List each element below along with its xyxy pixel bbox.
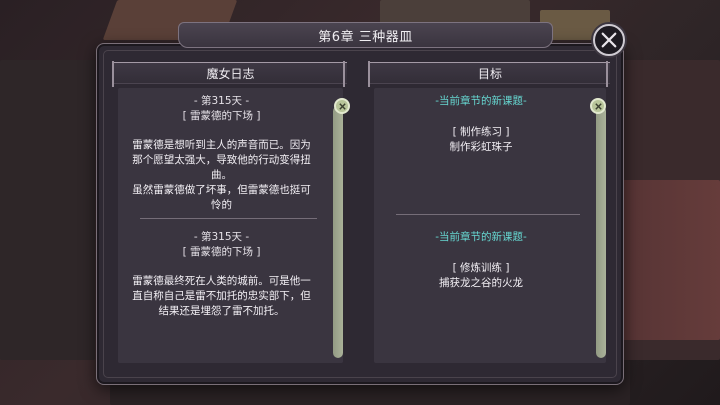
journal-panel: 魔女日志 - 第315天 - [ 雷蒙德的下场 ] 雷蒙德是想听到主人的声音而已… [112, 61, 350, 367]
journal-entry: - 第315天 - [ 雷蒙德的下场 ] 雷蒙德是想听到主人的声音而已。因为那个… [118, 94, 325, 213]
entry-day: - 第315天 - [193, 95, 250, 107]
background-block [0, 60, 95, 360]
entry-day: - 第315天 - [193, 231, 250, 243]
objective-item: -当前章节的新课题- [ 修炼训练 ] 捕获龙之谷的火龙 [374, 230, 588, 291]
journal-heading: 魔女日志 [206, 66, 255, 81]
close-icon [601, 32, 617, 48]
scroll-thumb[interactable] [596, 106, 606, 358]
entry-text: 雷蒙德最终死在人类的城前。可是他一直自称自己是雷不加托的忠实部下，但结果还是埋怨… [132, 275, 311, 317]
entry-text: 雷蒙德是想听到主人的声音而已。因为那个愿望太强大，导致他的行动变得扭曲。 [132, 139, 311, 181]
objective-title: -当前章节的新课题- [435, 231, 527, 243]
journal-header: 魔女日志 [112, 61, 347, 87]
close-button[interactable] [593, 24, 625, 56]
objective-divider [396, 214, 580, 215]
close-small-icon[interactable] [334, 98, 350, 114]
objective-title: -当前章节的新课题- [435, 95, 527, 107]
objectives-header: 目标 [368, 61, 610, 87]
chapter-title: 第6章 三种器皿 [178, 22, 553, 48]
objective-item: -当前章节的新课题- [ 制作练习 ] 制作彩虹珠子 [374, 94, 588, 155]
entry-divider [140, 218, 317, 219]
entry-subtitle: [ 雷蒙德的下场 ] [182, 110, 261, 122]
objectives-scrollbar[interactable] [596, 106, 606, 358]
objectives-list[interactable]: -当前章节的新课题- [ 制作练习 ] 制作彩虹珠子 -当前章节的新课题- [ … [374, 88, 606, 363]
background-block [610, 180, 720, 340]
objective-category: [ 修炼训练 ] [452, 262, 510, 274]
journal-scrollbar[interactable] [333, 106, 343, 358]
scroll-thumb[interactable] [333, 106, 343, 358]
objective-category: [ 制作练习 ] [452, 126, 510, 138]
objectives-panel: 目标 -当前章节的新课题- [ 制作练习 ] 制作彩虹珠子 -当前章节的新课题-… [368, 61, 610, 367]
objective-task: 制作彩虹珠子 [449, 141, 513, 153]
journal-entry: - 第315天 - [ 雷蒙德的下场 ] 雷蒙德最终死在人类的城前。可是他一直自… [118, 230, 325, 319]
entry-subtitle: [ 雷蒙德的下场 ] [182, 246, 261, 258]
objective-task: 捕获龙之谷的火龙 [439, 277, 523, 289]
close-small-icon[interactable] [590, 98, 606, 114]
journal-list[interactable]: - 第315天 - [ 雷蒙德的下场 ] 雷蒙德是想听到主人的声音而已。因为那个… [118, 88, 343, 363]
objectives-heading: 目标 [477, 66, 502, 81]
chapter-title-text: 第6章 三种器皿 [318, 29, 413, 45]
